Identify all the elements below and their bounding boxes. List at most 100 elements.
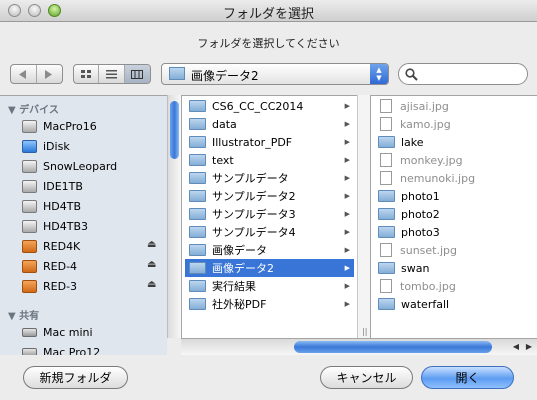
folder-icon [189, 244, 206, 256]
folder-icon [378, 298, 395, 310]
sidebar-item-hd4tb[interactable]: HD4TB [22, 196, 162, 216]
sidebar-item-red-3[interactable]: RED-3 [22, 276, 162, 296]
list-item[interactable]: data ▶ [185, 115, 354, 133]
list-view-icon [106, 69, 118, 78]
column-resize-handle-icon[interactable]: || [362, 327, 367, 336]
new-folder-button[interactable]: 新規フォルダ [23, 366, 128, 389]
sidebar-shared-header[interactable]: ▼ 共有 [8, 307, 39, 322]
horizontal-scrollbar[interactable]: ◀ ▶ [181, 338, 537, 355]
back-button[interactable] [11, 65, 37, 83]
sidebar-scrollbar[interactable] [167, 95, 181, 338]
popup-arrows-icon: ▲ ▼ [370, 64, 388, 84]
item-label: ajisai.jpg [400, 99, 449, 113]
item-label: sunset.jpg [400, 243, 458, 257]
title-bar: フォルダを選択 [0, 0, 537, 22]
list-item[interactable]: 実行結果 ▶ [185, 277, 354, 295]
sidebar-item-label: Mac mini [43, 325, 93, 339]
scroll-right-icon[interactable]: ▶ [526, 342, 532, 351]
item-label: 社外秘PDF [212, 298, 267, 311]
removable-disk-icon [22, 239, 37, 253]
scroll-thumb[interactable] [170, 101, 179, 159]
disclosure-arrow-icon: ▶ [344, 192, 350, 200]
sidebar-item-label: HD4TB3 [43, 219, 89, 233]
item-label: 画像データ2 [212, 262, 274, 275]
list-item[interactable]: swan [374, 259, 537, 277]
eject-icon[interactable]: ⏏ [147, 279, 159, 290]
forward-button[interactable] [37, 65, 62, 83]
triangle-left-icon [19, 69, 27, 79]
list-item[interactable]: text ▶ [185, 151, 354, 169]
cancel-button[interactable]: キャンセル [320, 366, 413, 389]
sidebar-devices-header[interactable]: ▼ デバイス [8, 101, 59, 116]
list-item[interactable]: サンプルデータ ▶ [185, 169, 354, 187]
sidebar-item-mac-mini[interactable]: Mac mini [22, 322, 162, 342]
disclosure-arrow-icon: ▶ [344, 282, 350, 290]
column-view-button[interactable] [124, 65, 150, 83]
browser-column-1: CS6_CC_CC2014 ▶ data ▶ Illustrator_PDF ▶ te… [181, 95, 357, 338]
disclosure-arrow-icon: ▶ [344, 264, 350, 272]
sidebar-item-snowleopard[interactable]: SnowLeopard [22, 156, 162, 176]
disclosure-arrow-icon: ▶ [344, 156, 350, 164]
list-item[interactable]: photo1 [374, 187, 537, 205]
list-item[interactable]: サンプルデータ2 ▶ [185, 187, 354, 205]
sidebar-item-macpro16[interactable]: MacPro16 [22, 116, 162, 136]
removable-disk-icon [22, 259, 37, 273]
eject-icon[interactable]: ⏏ [147, 239, 159, 250]
item-label: data [212, 117, 237, 131]
list-item[interactable]: サンプルデータ3 ▶ [185, 205, 354, 223]
list-view-button[interactable] [99, 65, 125, 83]
scroll-thumb[interactable] [294, 341, 492, 353]
window-title: フォルダを選択 [222, 7, 314, 22]
sidebar-item-red4k[interactable]: RED4K [22, 236, 162, 256]
list-item[interactable]: サンプルデータ4 ▶ [185, 223, 354, 241]
scroll-left-icon[interactable]: ◀ [513, 342, 519, 351]
search-field[interactable] [398, 63, 528, 85]
computer-icon [22, 327, 37, 337]
search-icon [405, 68, 418, 81]
folder-icon [169, 67, 185, 80]
item-label: 実行結果 [212, 280, 256, 293]
disclosure-arrow-icon: ▶ [344, 120, 350, 128]
list-item[interactable]: 画像データ ▶ [185, 241, 354, 259]
list-item[interactable]: 社外秘PDF ▶ [185, 295, 354, 313]
list-item[interactable]: Illustrator_PDF ▶ [185, 133, 354, 151]
list-item[interactable]: photo2 [374, 205, 537, 223]
sidebar: ▼ デバイス MacPro16 iDisk SnowLeopard IDE1TB… [0, 95, 167, 355]
disclosure-arrow-icon: ▶ [344, 174, 350, 182]
sidebar-item-mac-pro12[interactable]: Mac Pro12 [22, 342, 162, 355]
sidebar-item-idisk[interactable]: iDisk [22, 136, 162, 156]
item-label: サンプルデータ3 [212, 208, 296, 221]
folder-icon [189, 262, 206, 274]
sidebar-item-red-4[interactable]: RED-4 [22, 256, 162, 276]
location-popup[interactable]: 画像データ2 ▲ ▼ [161, 63, 389, 85]
list-item[interactable]: lake [374, 133, 537, 151]
column-divider[interactable]: || [357, 95, 370, 338]
list-item-disabled: sunset.jpg [374, 241, 537, 259]
sidebar-item-hd4tb3[interactable]: HD4TB3 [22, 216, 162, 236]
list-item[interactable]: photo3 [374, 223, 537, 241]
search-input[interactable] [421, 66, 521, 82]
disclosure-arrow-icon: ▶ [344, 246, 350, 254]
location-label: 画像データ2 [191, 69, 259, 83]
list-item-selected[interactable]: 画像データ2 ▶ [185, 259, 354, 277]
hard-disk-icon [22, 179, 37, 193]
folder-icon [378, 136, 395, 148]
disclosure-arrow-icon: ▶ [344, 210, 350, 218]
eject-icon[interactable]: ⏏ [147, 259, 159, 270]
icon-view-button[interactable] [74, 65, 100, 83]
folder-icon [189, 172, 206, 184]
hard-disk-icon [22, 219, 37, 233]
file-icon [380, 279, 392, 293]
list-item[interactable]: waterfall [374, 295, 537, 313]
sidebar-item-ide1tb[interactable]: IDE1TB [22, 176, 162, 196]
item-label: サンプルデータ2 [212, 190, 296, 203]
folder-icon [378, 190, 395, 202]
open-button[interactable]: 開く [421, 366, 514, 389]
list-item[interactable]: CS6_CC_CC2014 ▶ [185, 97, 354, 115]
sidebar-item-label: iDisk [43, 139, 70, 153]
item-label: tombo.jpg [400, 279, 456, 293]
folder-icon [189, 118, 206, 130]
list-item-disabled: tombo.jpg [374, 277, 537, 295]
file-icon [380, 99, 392, 113]
sidebar-item-label: RED4K [43, 239, 81, 253]
